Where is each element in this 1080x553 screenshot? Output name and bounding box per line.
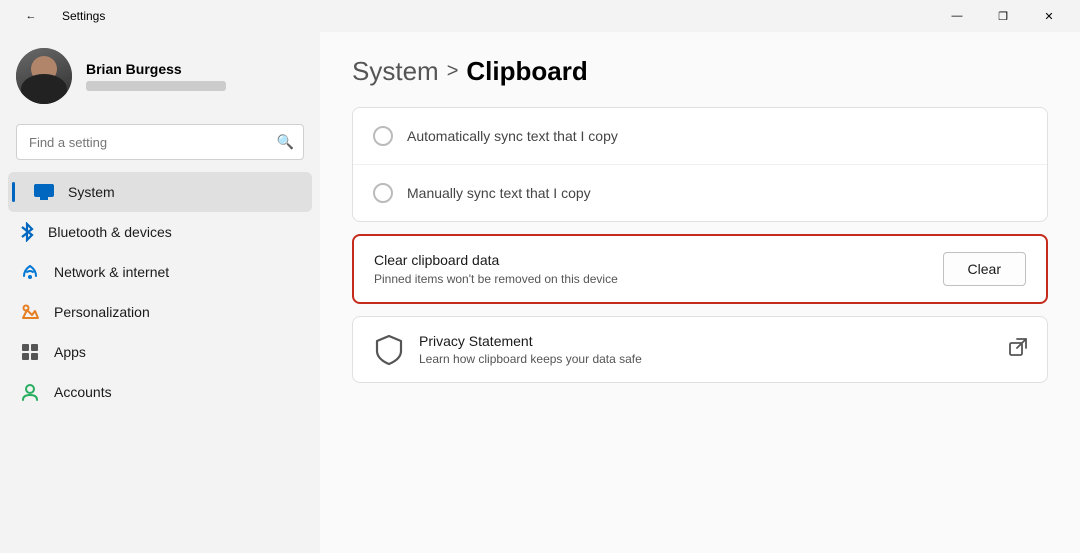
breadcrumb: System > Clipboard xyxy=(352,56,1048,87)
search-input[interactable] xyxy=(16,124,304,160)
shield-icon xyxy=(373,334,405,366)
privacy-description: Learn how clipboard keeps your data safe xyxy=(419,352,642,366)
privacy-left: Privacy Statement Learn how clipboard ke… xyxy=(373,333,642,366)
titlebar-left: ← Settings xyxy=(8,0,105,32)
user-name: Brian Burgess xyxy=(86,61,226,77)
accounts-icon xyxy=(20,382,40,402)
clear-clipboard-card: Clear clipboard data Pinned items won't … xyxy=(352,234,1048,304)
privacy-info: Privacy Statement Learn how clipboard ke… xyxy=(419,333,642,366)
sync-auto-label: Automatically sync text that I copy xyxy=(407,128,618,144)
sidebar-item-system[interactable]: System xyxy=(8,172,312,212)
bluetooth-icon xyxy=(20,222,34,242)
titlebar: ← Settings — ❐ ✕ xyxy=(0,0,1080,32)
back-button[interactable]: ← xyxy=(8,0,54,32)
radio-auto-sync[interactable] xyxy=(373,126,393,146)
avatar xyxy=(16,48,72,104)
main-content: Brian Burgess 🔍 System xyxy=(0,32,1080,553)
user-section: Brian Burgess xyxy=(8,32,312,120)
search-box: 🔍 xyxy=(16,124,304,160)
network-icon xyxy=(20,262,40,282)
sidebar-apps-label: Apps xyxy=(54,344,86,360)
clear-title: Clear clipboard data xyxy=(374,252,618,268)
user-email-bar xyxy=(86,81,226,91)
personalization-icon xyxy=(20,302,40,322)
sidebar-network-label: Network & internet xyxy=(54,264,169,280)
apps-icon xyxy=(20,342,40,362)
external-link-icon xyxy=(1009,338,1027,361)
sidebar-item-network[interactable]: Network & internet xyxy=(8,252,312,292)
sidebar-item-apps[interactable]: Apps xyxy=(8,332,312,372)
sidebar-system-label: System xyxy=(68,184,115,200)
clear-info: Clear clipboard data Pinned items won't … xyxy=(374,252,618,286)
sync-option-auto[interactable]: Automatically sync text that I copy xyxy=(353,108,1047,164)
clear-description: Pinned items won't be removed on this de… xyxy=(374,272,618,286)
sidebar-item-accounts[interactable]: Accounts xyxy=(8,372,312,412)
privacy-title: Privacy Statement xyxy=(419,333,642,349)
minimize-button[interactable]: — xyxy=(934,0,980,32)
avatar-body xyxy=(21,74,67,104)
sidebar-item-personalization[interactable]: Personalization xyxy=(8,292,312,332)
sidebar: Brian Burgess 🔍 System xyxy=(0,32,320,553)
avatar-image xyxy=(16,48,72,104)
sync-option-manual[interactable]: Manually sync text that I copy xyxy=(353,164,1047,221)
titlebar-title: Settings xyxy=(62,9,105,23)
sidebar-personalization-label: Personalization xyxy=(54,304,150,320)
sidebar-item-bluetooth[interactable]: Bluetooth & devices xyxy=(8,212,312,252)
breadcrumb-system: System xyxy=(352,56,439,87)
clear-button[interactable]: Clear xyxy=(943,252,1026,286)
titlebar-controls: — ❐ ✕ xyxy=(934,0,1072,32)
privacy-card[interactable]: Privacy Statement Learn how clipboard ke… xyxy=(352,316,1048,383)
radio-manual-sync[interactable] xyxy=(373,183,393,203)
breadcrumb-separator: > xyxy=(447,60,459,83)
user-info: Brian Burgess xyxy=(86,61,226,91)
sync-manual-label: Manually sync text that I copy xyxy=(407,185,591,201)
maximize-button[interactable]: ❐ xyxy=(980,0,1026,32)
search-icon: 🔍 xyxy=(277,134,294,151)
sidebar-bluetooth-label: Bluetooth & devices xyxy=(48,224,172,240)
breadcrumb-current: Clipboard xyxy=(466,56,587,87)
nav-active-bar xyxy=(12,182,15,202)
content-area: System > Clipboard Automatically sync te… xyxy=(320,32,1080,553)
system-icon xyxy=(34,182,54,202)
sidebar-accounts-label: Accounts xyxy=(54,384,112,400)
close-button[interactable]: ✕ xyxy=(1026,0,1072,32)
sync-options-card: Automatically sync text that I copy Manu… xyxy=(352,107,1048,222)
